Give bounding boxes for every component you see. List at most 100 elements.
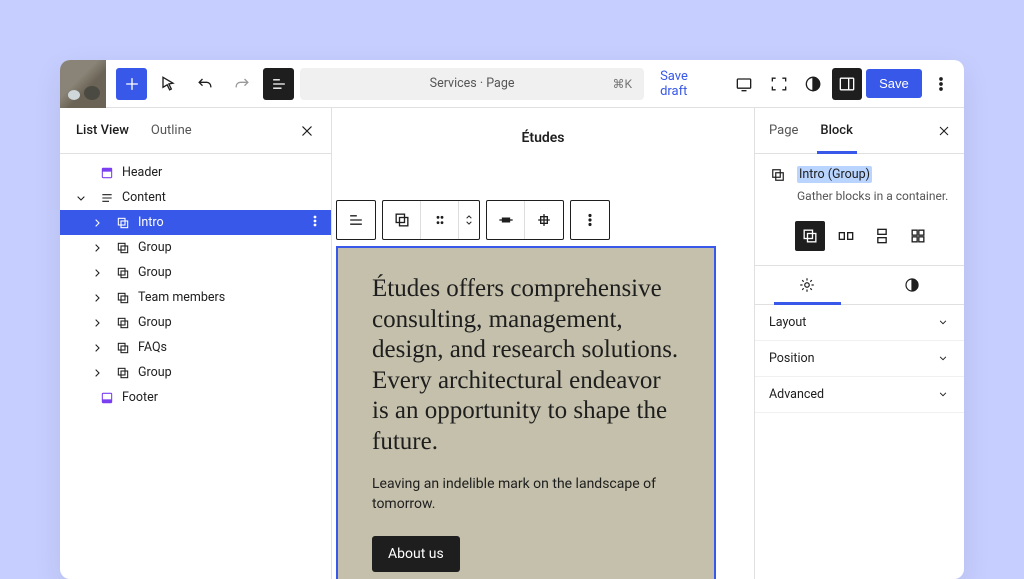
tree-row-team-members[interactable]: Team members <box>60 285 331 310</box>
variation-row[interactable] <box>831 221 861 251</box>
tree-row-footer[interactable]: Footer <box>60 385 331 410</box>
group-icon <box>114 264 132 282</box>
settings-sidebar: Page Block Intro (Group) Gather blocks i… <box>754 108 964 579</box>
tree-label: Team members <box>138 290 225 305</box>
block-title: Intro (Group) <box>797 166 872 183</box>
settings-sidebar-toggle[interactable] <box>832 68 862 100</box>
tab-list-view[interactable]: List View <box>76 123 129 138</box>
group-icon <box>114 339 132 357</box>
variation-group[interactable] <box>795 221 825 251</box>
chevron-down-icon <box>936 387 950 401</box>
parent-block-button[interactable] <box>337 201 375 239</box>
justify-button[interactable] <box>525 201 563 239</box>
footer-icon <box>98 389 116 407</box>
tab-outline[interactable]: Outline <box>151 123 192 138</box>
block-toolbar <box>336 200 610 240</box>
tab-underline <box>817 151 857 154</box>
tab-styles[interactable] <box>860 266 965 304</box>
intro-heading[interactable]: Études offers comprehensive consulting, … <box>372 274 680 457</box>
tree-row-group[interactable]: Group <box>60 235 331 260</box>
save-draft-link[interactable]: Save draft <box>650 69 725 99</box>
view-desktop-button[interactable] <box>729 68 759 100</box>
section-layout-label: Layout <box>769 315 806 330</box>
tab-block[interactable]: Block <box>820 123 852 138</box>
editor-body: List View Outline Header ContentIntro Grou… <box>60 108 964 579</box>
top-toolbar: Services · Page ⌘K Save draft Save <box>60 60 964 108</box>
zoom-out-button[interactable] <box>763 68 793 100</box>
group-icon <box>114 289 132 307</box>
list-view-tabs: List View Outline <box>60 108 331 154</box>
section-advanced[interactable]: Advanced <box>755 377 964 413</box>
tree-row-intro[interactable]: Intro <box>60 210 331 235</box>
group-icon <box>114 214 132 232</box>
tree-row-group[interactable]: Group <box>60 360 331 385</box>
expand-toggle-icon[interactable] <box>86 315 108 331</box>
group-icon <box>114 239 132 257</box>
expand-toggle-icon[interactable] <box>86 265 108 281</box>
save-button[interactable]: Save <box>866 69 922 98</box>
tree-label: FAQs <box>138 340 167 355</box>
tree-row-group[interactable]: Group <box>60 260 331 285</box>
close-sidebar-button[interactable] <box>930 117 958 145</box>
group-icon <box>769 166 787 184</box>
tree-row-group[interactable]: Group <box>60 310 331 335</box>
sidebar-tabs: Page Block <box>755 108 964 154</box>
tree-label: Footer <box>122 390 158 405</box>
about-us-button[interactable]: About us <box>372 536 460 572</box>
tree-label: Group <box>138 315 172 330</box>
align-button[interactable] <box>487 201 525 239</box>
block-inserter-button[interactable] <box>116 68 147 100</box>
group-variations <box>755 219 964 265</box>
intro-subheading[interactable]: Leaving an indelible mark on the landsca… <box>372 475 680 514</box>
editor-window: Services · Page ⌘K Save draft Save <box>60 60 964 579</box>
document-overview-button[interactable] <box>263 68 294 100</box>
tree-label: Group <box>138 365 172 380</box>
section-advanced-label: Advanced <box>769 387 824 402</box>
section-position-label: Position <box>769 351 815 366</box>
tree-row-faqs[interactable]: FAQs <box>60 335 331 360</box>
group-icon <box>114 314 132 332</box>
tab-settings[interactable] <box>755 266 860 304</box>
document-title: Services · Page <box>430 76 515 91</box>
close-list-view-button[interactable] <box>293 117 321 145</box>
tree-label: Group <box>138 265 172 280</box>
expand-toggle-icon[interactable] <box>86 240 108 256</box>
section-layout[interactable]: Layout <box>755 305 964 341</box>
document-title-bar[interactable]: Services · Page ⌘K <box>300 68 644 100</box>
chevron-down-icon <box>936 351 950 365</box>
styles-contrast-button[interactable] <box>798 68 828 100</box>
drag-handle[interactable] <box>421 201 459 239</box>
header-icon <box>98 164 116 182</box>
variation-grid[interactable] <box>903 221 933 251</box>
expand-toggle-icon[interactable] <box>86 340 108 356</box>
more-options-button[interactable] <box>926 68 956 100</box>
site-brand-name[interactable]: Études <box>521 130 564 146</box>
expand-toggle-icon[interactable] <box>70 190 92 206</box>
command-shortcut: ⌘K <box>613 77 633 91</box>
intro-group-block[interactable]: Études offers comprehensive consulting, … <box>336 246 716 579</box>
tree-row-content[interactable]: Content <box>60 185 331 210</box>
select-tool-button[interactable] <box>153 68 184 100</box>
block-description: Intro (Group) Gather blocks in a contain… <box>755 154 964 219</box>
tab-page[interactable]: Page <box>769 123 798 138</box>
undo-button[interactable] <box>190 68 221 100</box>
redo-button[interactable] <box>227 68 258 100</box>
list-view-panel: List View Outline Header ContentIntro Grou… <box>60 108 332 579</box>
expand-toggle-icon[interactable] <box>86 290 108 306</box>
site-icon[interactable] <box>60 60 106 108</box>
expand-toggle-icon[interactable] <box>86 215 108 231</box>
variation-stack[interactable] <box>867 221 897 251</box>
move-up-down-button[interactable] <box>459 201 479 239</box>
content-icon <box>98 189 116 207</box>
section-position[interactable]: Position <box>755 341 964 377</box>
tree-label: Header <box>122 165 162 180</box>
editor-canvas[interactable]: Études <box>332 108 754 579</box>
tree-row-options[interactable] <box>307 213 323 233</box>
block-more-options[interactable] <box>571 201 609 239</box>
tree-label: Group <box>138 240 172 255</box>
block-desc-text: Gather blocks in a container. <box>797 189 948 205</box>
expand-toggle-icon[interactable] <box>86 365 108 381</box>
tree-row-header[interactable]: Header <box>60 160 331 185</box>
block-type-button[interactable] <box>383 201 421 239</box>
settings-styles-tabs <box>755 265 964 305</box>
